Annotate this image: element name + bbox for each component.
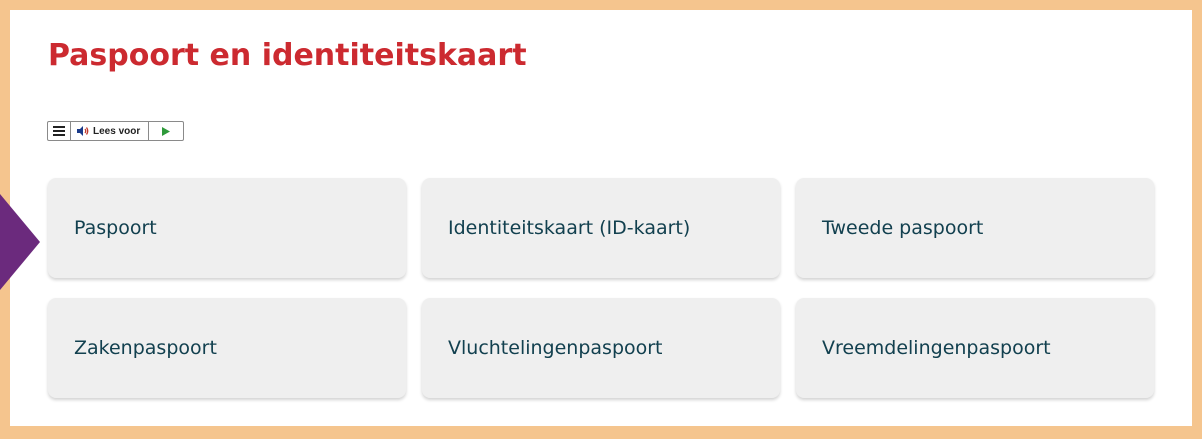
card-vreemdelingenpaspoort[interactable]: Vreemdelingenpaspoort <box>796 298 1154 398</box>
lees-voor-button[interactable]: Lees voor <box>71 122 150 140</box>
card-label: Tweede paspoort <box>822 217 984 239</box>
card-vluchtelingenpaspoort[interactable]: Vluchtelingenpaspoort <box>422 298 780 398</box>
card-label: Identiteitskaart (ID-kaart) <box>448 217 691 239</box>
card-paspoort[interactable]: Paspoort <box>48 178 406 278</box>
card-tweede-paspoort[interactable]: Tweede paspoort <box>796 178 1154 278</box>
pointer-arrow-icon <box>0 194 40 290</box>
content-panel: Paspoort en identiteitskaart Lees voor P… <box>10 10 1192 426</box>
play-icon <box>162 126 171 136</box>
readspeaker-menu-button[interactable] <box>48 122 71 140</box>
card-zakenpaspoort[interactable]: Zakenpaspoort <box>48 298 406 398</box>
card-label: Zakenpaspoort <box>74 337 217 359</box>
hamburger-menu-icon <box>53 126 65 136</box>
page-title: Paspoort en identiteitskaart <box>48 38 527 73</box>
card-label: Vluchtelingenpaspoort <box>448 337 663 359</box>
card-label: Paspoort <box>74 217 157 239</box>
card-label: Vreemdelingenpaspoort <box>822 337 1051 359</box>
speaker-icon <box>77 126 89 136</box>
readspeaker-play-button[interactable] <box>149 122 183 140</box>
card-identiteitskaart[interactable]: Identiteitskaart (ID-kaart) <box>422 178 780 278</box>
document-type-grid: Paspoort Identiteitskaart (ID-kaart) Twe… <box>48 178 1154 398</box>
readspeaker-toolbar: Lees voor <box>47 121 185 141</box>
lees-voor-label: Lees voor <box>93 125 141 137</box>
